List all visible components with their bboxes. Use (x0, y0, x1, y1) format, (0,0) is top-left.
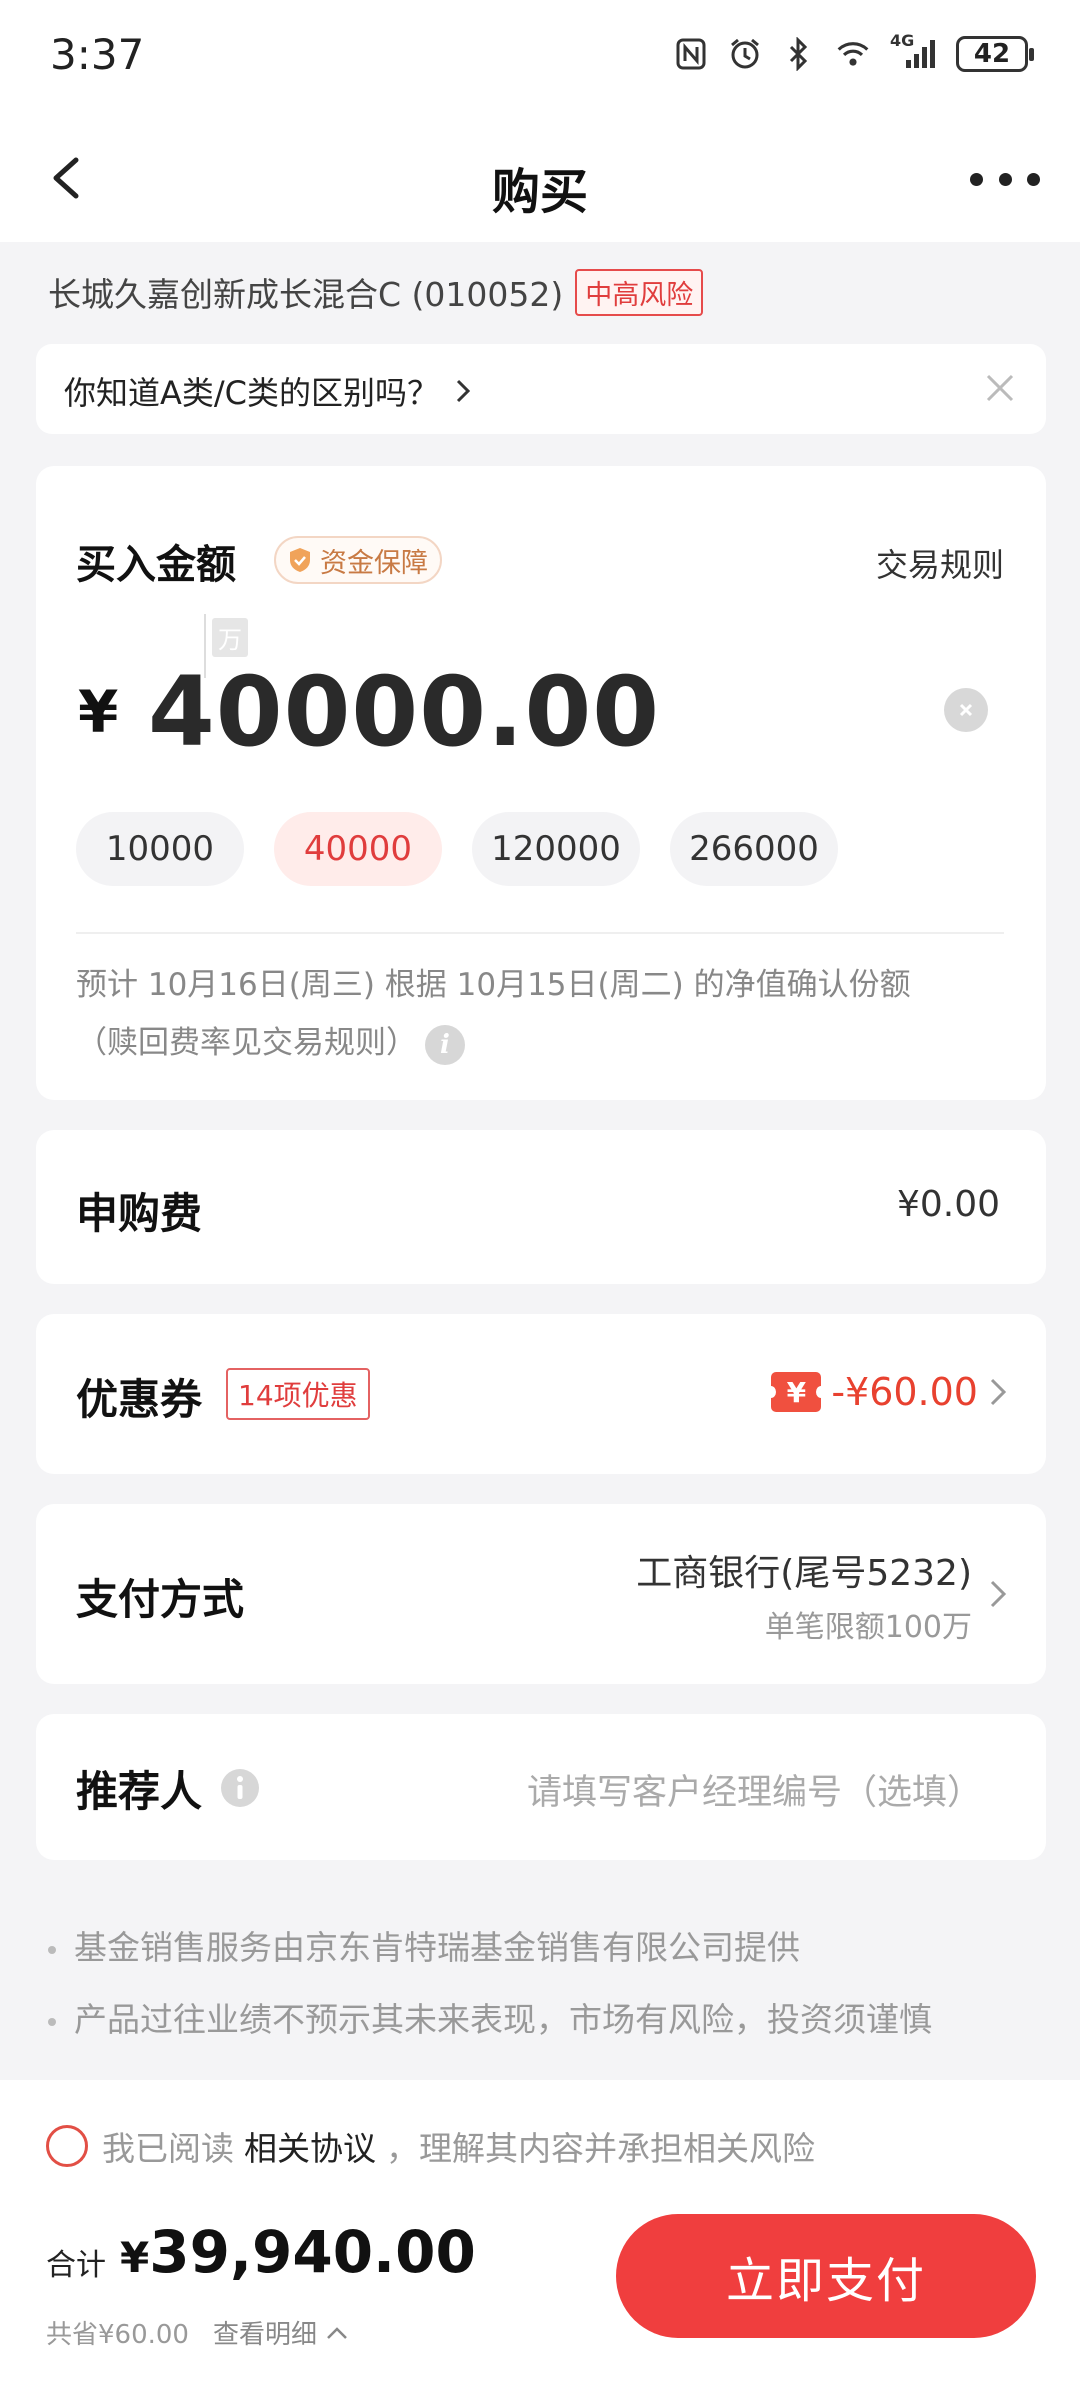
quick-amount-chip[interactable]: 266000 (670, 812, 838, 886)
subscription-fee-row: 申购费 ¥0.00 (36, 1130, 1046, 1284)
cellular-signal-icon: 4G (890, 31, 936, 71)
quick-amount-chip[interactable]: 10000 (76, 812, 244, 886)
purchase-amount-card: 买入金额 资金保障 交易规则 万 ¥ 40000.00 10000 40000 … (36, 466, 1046, 1100)
bank-limit: 单笔限额100万 (764, 1610, 972, 1645)
redemption-fee-note: （赎回费率见交易规则） (76, 1025, 417, 1061)
currency-symbol: ¥ (78, 678, 119, 746)
total-amount: ¥39,940.00 (120, 2218, 476, 2286)
saved-amount: 共省¥60.00 (46, 2320, 189, 2350)
agreement-suffix: ，理解其内容并承担相关风险 (386, 2129, 815, 2168)
fund-name: 长城久嘉创新成长混合C (010052) (48, 275, 564, 314)
quick-amount-chip[interactable]: 120000 (472, 812, 640, 886)
nfc-icon (674, 37, 708, 71)
info-icon[interactable]: i (425, 1024, 465, 1065)
more-dot-icon (970, 172, 983, 186)
agreement-prefix: 我已阅读 (102, 2129, 234, 2168)
tip-text: 你知道A类/C类的区别吗？ (64, 374, 440, 412)
trading-rules-link[interactable]: 交易规则 (876, 540, 1004, 586)
close-icon (986, 374, 1014, 402)
chevron-right-icon (990, 1378, 1007, 1406)
divider (76, 932, 1004, 934)
coupon-ticket-icon: ¥ (766, 1372, 827, 1412)
payment-label: 支付方式 (76, 1575, 245, 1624)
chevron-up-icon (327, 2326, 347, 2339)
coupon-discount: -¥60.00 (831, 1370, 978, 1414)
page-title: 购买 (491, 164, 588, 220)
battery-level: 42 (973, 39, 1011, 69)
bank-account: 工商银行(尾号5232) (636, 1553, 972, 1594)
status-icons: 4G 42 (674, 31, 1034, 72)
confirmation-estimate: 预计 10月16日(周三) 根据 10月15日(周二) 的净值确认份额 （赎回费… (76, 956, 1006, 1072)
payment-method-row[interactable]: 支付方式 工商银行(尾号5232) 单笔限额100万 (36, 1504, 1046, 1684)
total-label: 合计 (46, 2248, 106, 2283)
chevron-right-icon (456, 379, 471, 403)
savings-summary: 共省¥60.00 查看明细 (46, 2314, 349, 2351)
fund-guarantee-badge[interactable]: 资金保障 (274, 536, 442, 584)
checkout-panel: 我已阅读 相关协议 ，理解其内容并承担相关风险 合计 ¥39,940.00 共省… (0, 2080, 1080, 2400)
referrer-row: 推荐人 请填写客户经理编号（选填） (36, 1714, 1046, 1860)
estimate-line: 预计 10月16日(周三) 根据 10月15日(周二) 的净值确认份额 (76, 967, 911, 1003)
unit-hint: 万 (212, 618, 248, 657)
note-item: 产品过往业绩不预示其未来表现，市场有风险，投资须谨慎 (48, 1984, 932, 2056)
class-tip-banner[interactable]: 你知道A类/C类的区别吗？ (36, 344, 1046, 434)
agreement-row: 我已阅读 相关协议 ，理解其内容并承担相关风险 (46, 2122, 815, 2170)
shield-icon (290, 548, 310, 572)
view-details-link[interactable]: 查看明细 (213, 2314, 349, 2351)
chevron-right-icon (990, 1580, 1007, 1608)
estimate-note: （赎回费率见交易规则） i (76, 1014, 1006, 1072)
coupon-label: 优惠券 (76, 1375, 203, 1424)
more-dot-icon (1027, 172, 1040, 186)
referrer-input[interactable]: 请填写客户经理编号（选填） (527, 1764, 982, 1815)
wifi-icon (836, 37, 870, 71)
total-currency: ¥ (120, 2233, 150, 2282)
bullet-icon (48, 1945, 56, 1954)
bluetooth-icon (782, 37, 816, 71)
quick-amount-chips: 10000 40000 120000 266000 (76, 812, 838, 886)
total-value: 39,940.00 (149, 2218, 476, 2286)
note-item: 基金销售服务由京东肯特瑞基金销售有限公司提供 (48, 1912, 932, 1984)
fee-label: 申购费 (76, 1189, 203, 1238)
disclaimer-notes: 基金销售服务由京东肯特瑞基金销售有限公司提供 产品过往业绩不预示其未来表现，市场… (48, 1912, 932, 2056)
quick-amount-chip-selected[interactable]: 40000 (274, 812, 442, 886)
risk-badge: 中高风险 (575, 268, 704, 316)
referrer-info-icon[interactable] (220, 1768, 260, 1808)
coupon-selection[interactable]: ¥ -¥60.00 (766, 1370, 1010, 1414)
close-tip-button[interactable] (980, 368, 1020, 408)
view-details-label: 查看明细 (212, 2320, 317, 2350)
fund-header: 长城久嘉创新成长混合C (010052) 中高风险 (48, 268, 704, 316)
coupon-count-badge: 14项优惠 (226, 1368, 370, 1420)
clear-icon (959, 703, 973, 717)
agreement-link[interactable]: 相关协议 (244, 2122, 376, 2170)
more-options-button[interactable] (970, 164, 1040, 194)
status-bar: 3:37 4G 42 (0, 0, 1080, 118)
battery-icon: 42 (956, 36, 1034, 72)
fee-value: ¥0.00 (896, 1184, 1000, 1225)
clear-amount-button[interactable] (944, 688, 988, 732)
amount-input[interactable]: 40000.00 (148, 656, 660, 768)
coupon-icon-text: ¥ (786, 1375, 807, 1409)
network-type: 4G (890, 31, 915, 50)
agreement-checkbox[interactable] (46, 2125, 88, 2167)
coupon-row[interactable]: 优惠券 14项优惠 ¥ -¥60.00 (36, 1314, 1046, 1474)
pay-now-button[interactable]: 立即支付 (616, 2214, 1036, 2338)
guarantee-label: 资金保障 (320, 547, 428, 579)
status-time: 3:37 (50, 30, 145, 79)
note-text: 产品过往业绩不预示其未来表现，市场有风险，投资须谨慎 (74, 2000, 932, 2039)
note-text: 基金销售服务由京东肯特瑞基金销售有限公司提供 (74, 1928, 800, 1967)
more-dot-icon (998, 172, 1012, 186)
nav-bar: 购买 (0, 118, 1080, 242)
bullet-icon (48, 2017, 56, 2026)
alarm-icon (728, 37, 762, 71)
tip-link[interactable]: 你知道A类/C类的区别吗？ (64, 368, 471, 414)
referrer-label: 推荐人 (76, 1767, 203, 1816)
amount-label: 买入金额 (76, 542, 236, 588)
